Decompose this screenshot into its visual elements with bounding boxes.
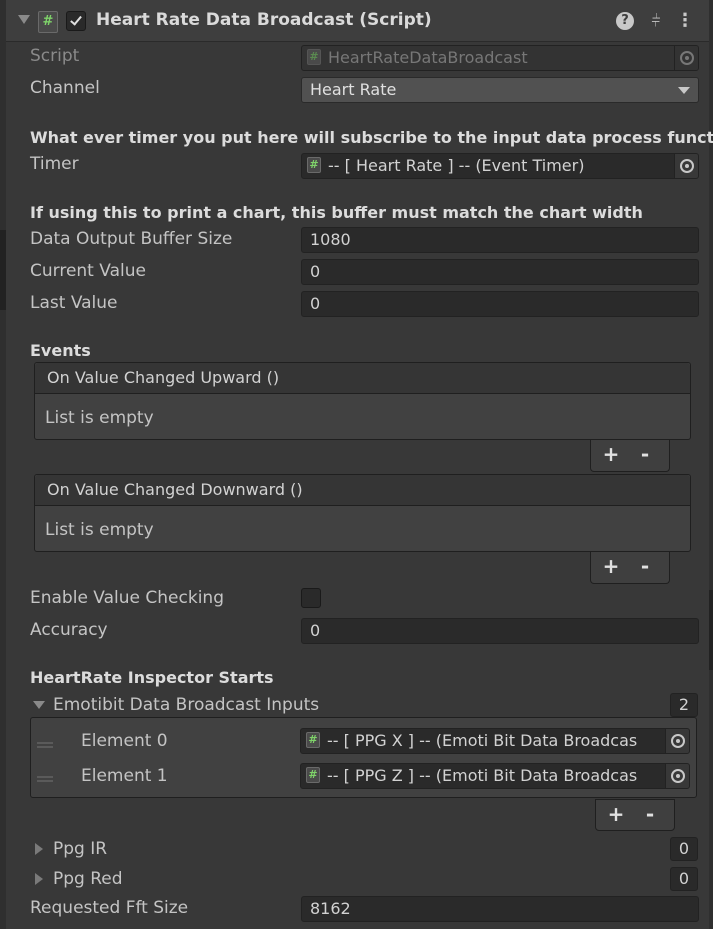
element-0-label: Element 0 xyxy=(81,731,168,751)
add-button[interactable]: + xyxy=(606,802,626,826)
target-icon xyxy=(680,159,694,173)
object-picker-button[interactable] xyxy=(674,154,698,178)
channel-dropdown-value: Heart Rate xyxy=(310,80,397,99)
add-button[interactable]: + xyxy=(601,554,621,578)
inspector-panel: # Heart Rate Data Broadcast (Script) ? ⫩… xyxy=(0,0,713,929)
ppg-red-label[interactable]: Ppg Red xyxy=(53,869,123,889)
timer-field-value: -- [ Heart Rate ] -- (Event Timer) xyxy=(328,156,585,175)
timer-note-heading: What ever timer you put here will subscr… xyxy=(30,128,713,147)
enable-value-checking-label: Enable Value Checking xyxy=(30,588,224,608)
fft-size-input[interactable]: 8162 xyxy=(301,896,699,922)
last-value-label: Last Value xyxy=(30,293,118,313)
script-label: Script xyxy=(30,46,80,66)
element-1-field[interactable]: # -- [ PPG Z ] -- (Emoti Bit Data Broadc… xyxy=(300,763,690,789)
event-downward-empty: List is empty xyxy=(45,520,154,540)
channel-label: Channel xyxy=(30,78,100,98)
channel-dropdown[interactable]: Heart Rate xyxy=(301,77,699,103)
drag-handle-icon[interactable] xyxy=(37,776,53,782)
accuracy-label: Accuracy xyxy=(30,620,108,640)
inputs-list: Element 0 # -- [ PPG X ] -- (Emoti Bit D… xyxy=(30,717,697,798)
buffer-note-heading: If using this to print a chart, this buf… xyxy=(30,203,643,222)
current-value-input[interactable]: 0 xyxy=(301,259,699,285)
events-heading: Events xyxy=(30,341,91,360)
script-icon: # xyxy=(306,767,320,783)
event-upward-box: On Value Changed Upward () List is empty xyxy=(34,362,691,440)
component-title: Heart Rate Data Broadcast (Script) xyxy=(96,10,432,30)
ppg-ir-label[interactable]: Ppg IR xyxy=(53,839,107,859)
foldout-closed-icon[interactable] xyxy=(35,873,43,885)
help-icon[interactable]: ? xyxy=(616,12,634,30)
remove-button[interactable]: - xyxy=(635,554,655,578)
foldout-arrow-icon[interactable] xyxy=(18,15,30,24)
event-downward-add-remove: + - xyxy=(590,552,670,584)
event-upward-title: On Value Changed Upward () xyxy=(35,363,690,394)
buffer-size-input[interactable]: 1080 xyxy=(301,227,699,253)
target-icon xyxy=(680,51,694,65)
inputs-count-field[interactable]: 2 xyxy=(670,693,698,717)
menu-icon[interactable]: ⋮ xyxy=(676,12,694,30)
preset-icon[interactable]: ⫩ xyxy=(646,12,666,30)
drag-handle-icon[interactable] xyxy=(37,742,53,748)
timer-field[interactable]: # -- [ Heart Rate ] -- (Event Timer) xyxy=(301,153,699,179)
add-button[interactable]: + xyxy=(601,442,621,466)
checkmark-icon xyxy=(70,13,82,26)
inputs-foldout-label[interactable]: Emotibit Data Broadcast Inputs xyxy=(53,695,319,715)
script-field: # HeartRateDataBroadcast xyxy=(301,45,699,71)
object-picker-button xyxy=(674,46,698,70)
accuracy-input[interactable]: 0 xyxy=(301,618,699,644)
script-icon: # xyxy=(38,11,58,33)
target-icon xyxy=(671,734,685,748)
event-downward-box: On Value Changed Downward () List is emp… xyxy=(34,474,691,552)
inputs-add-remove: + - xyxy=(595,799,675,831)
event-upward-empty: List is empty xyxy=(45,408,154,428)
foldout-open-icon[interactable] xyxy=(33,701,45,709)
element-1-value: -- [ PPG Z ] -- (Emoti Bit Data Broadcas xyxy=(327,766,638,785)
object-picker-button[interactable] xyxy=(665,764,689,788)
event-upward-add-remove: + - xyxy=(590,440,670,472)
script-icon: # xyxy=(307,157,321,173)
element-0-value: -- [ PPG X ] -- (Emoti Bit Data Broadcas xyxy=(327,731,638,750)
ppg-ir-count-field[interactable]: 0 xyxy=(670,837,698,861)
script-icon: # xyxy=(307,49,321,65)
remove-button[interactable]: - xyxy=(640,802,660,826)
script-icon: # xyxy=(306,732,320,748)
foldout-closed-icon[interactable] xyxy=(35,843,43,855)
target-icon xyxy=(671,769,685,783)
buffer-size-label: Data Output Buffer Size xyxy=(30,229,233,249)
timer-label: Timer xyxy=(30,154,79,174)
remove-button[interactable]: - xyxy=(635,442,655,466)
element-1-label: Element 1 xyxy=(81,766,168,786)
enable-value-checking-checkbox[interactable] xyxy=(301,588,321,608)
element-0-field[interactable]: # -- [ PPG X ] -- (Emoti Bit Data Broadc… xyxy=(300,728,690,754)
last-value-input[interactable]: 0 xyxy=(301,291,699,317)
left-edge xyxy=(0,0,6,929)
inspector-heading: HeartRate Inspector Starts xyxy=(30,668,274,687)
script-field-value: HeartRateDataBroadcast xyxy=(328,48,528,67)
chevron-down-icon xyxy=(678,87,690,94)
component-header[interactable]: # Heart Rate Data Broadcast (Script) ? ⫩… xyxy=(6,0,709,42)
fft-size-label: Requested Fft Size xyxy=(30,898,189,918)
object-picker-button[interactable] xyxy=(665,729,689,753)
current-value-label: Current Value xyxy=(30,261,146,281)
ppg-red-count-field[interactable]: 0 xyxy=(670,867,698,891)
event-downward-title: On Value Changed Downward () xyxy=(35,475,690,506)
component-enabled-checkbox[interactable] xyxy=(66,11,86,31)
